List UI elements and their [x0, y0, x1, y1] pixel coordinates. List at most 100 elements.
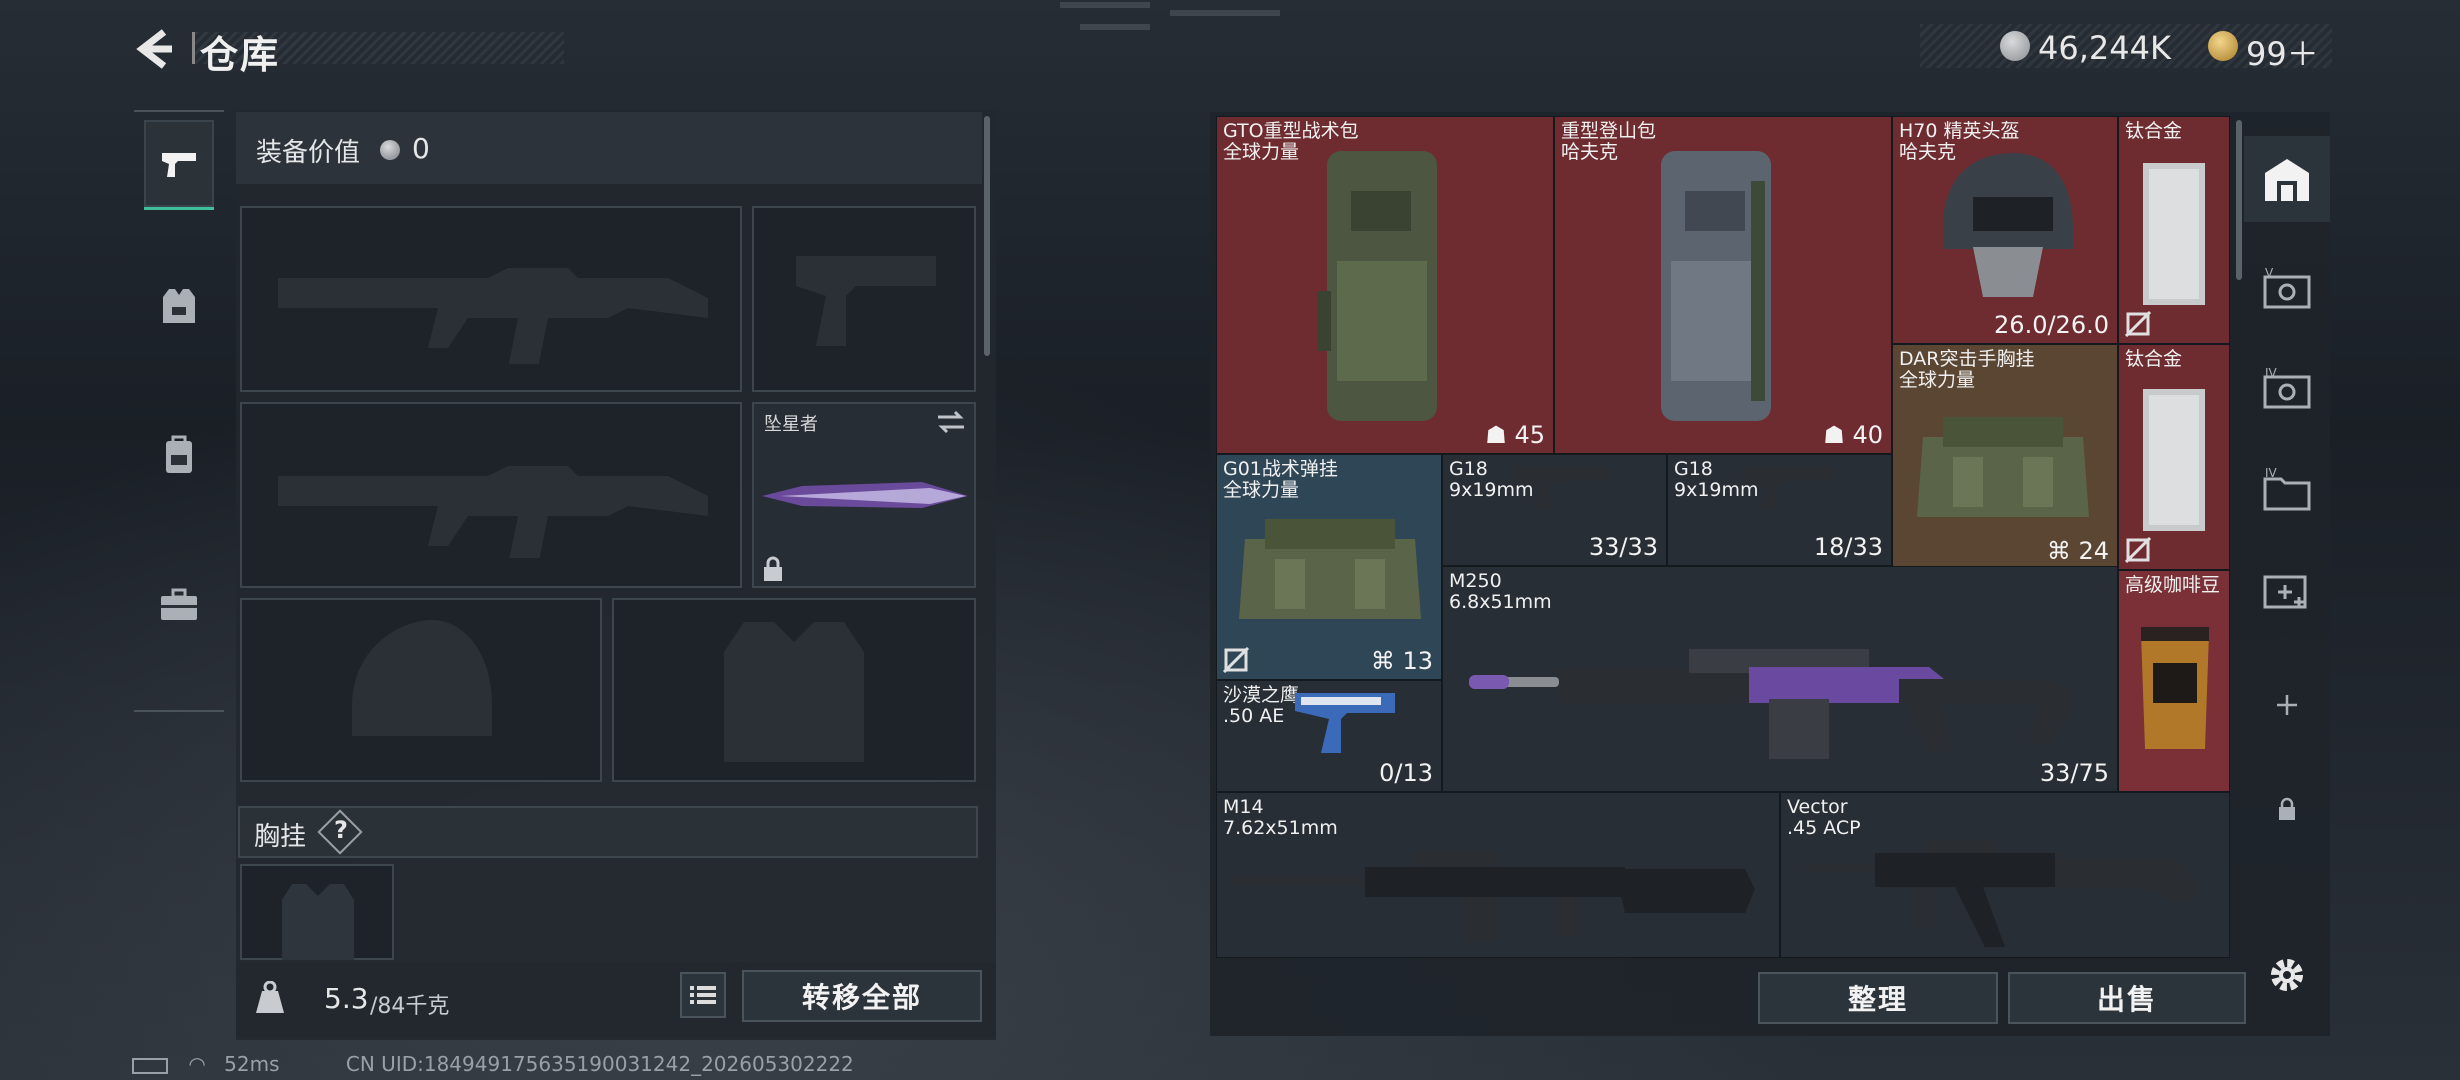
vest-icon — [163, 289, 195, 323]
item-titanium-2[interactable]: 钛合金 — [2118, 344, 2230, 570]
ammo-count: 33/33 — [1588, 533, 1658, 561]
melee-name: 坠星者 — [764, 414, 818, 435]
ammo-count: 0/13 — [1379, 759, 1433, 787]
rifle-silhouette-icon — [278, 268, 708, 364]
item-g18-2[interactable]: G18 9x19mm 18/33 — [1667, 454, 1892, 566]
weight-current: 5.3 — [324, 982, 369, 1015]
weight-bar: 5.3 /84千克 转移全部 — [236, 962, 996, 1038]
locked-tab[interactable] — [2244, 766, 2330, 852]
plus-icon — [2277, 695, 2297, 715]
svg-text:V: V — [2265, 267, 2274, 280]
ticket-balance: 99＋ — [2246, 35, 2319, 73]
slots-icon: ⌘ — [2046, 537, 2079, 565]
item-titanium-1[interactable]: 钛合金 — [2118, 116, 2230, 344]
list-view-button[interactable] — [680, 972, 726, 1018]
svg-text:IV: IV — [2265, 367, 2278, 380]
stash-scrollbar[interactable] — [2236, 120, 2242, 280]
item-name: 钛合金 — [2125, 348, 2183, 370]
tab-backpack[interactable] — [144, 410, 214, 500]
item-h70-helmet[interactable]: H70 精英头盔 哈夫克 26.0/26.0 — [1892, 116, 2118, 344]
item-gto-backpack[interactable]: GTO重型战术包 全球力量 ☗ 45 — [1216, 116, 1554, 454]
weight-max: /84千克 — [370, 994, 450, 1019]
tab-divider — [134, 110, 224, 112]
gear-icon — [2271, 959, 2303, 991]
pistol-slot[interactable] — [752, 206, 976, 392]
add-tab-button[interactable] — [2244, 662, 2330, 748]
medkit-icon — [2263, 575, 2307, 609]
equipment-value-bar: 装备价值 0 — [236, 112, 982, 184]
backpack-icon — [1317, 151, 1437, 421]
chest-rig-icon — [1239, 519, 1421, 619]
vest-silhouette-icon — [282, 884, 354, 960]
swap-icon[interactable] — [936, 410, 966, 434]
lock-icon — [2279, 797, 2295, 820]
item-name: G01战术弹挂 全球力量 — [1223, 458, 1338, 501]
primary-weapon-slot[interactable] — [240, 206, 742, 392]
helmet-silhouette-icon — [352, 620, 492, 736]
titanium-plate-icon — [2143, 389, 2205, 531]
item-heavy-backpack[interactable]: 重型登山包 哈夫克 ☗ 40 — [1554, 116, 1892, 454]
tab-stash-folder[interactable]: IV — [2244, 446, 2330, 532]
item-desert-eagle[interactable]: 沙漠之鹰 .50 AE 0/13 — [1216, 680, 1442, 792]
sell-button[interactable]: 出售 — [2008, 972, 2246, 1024]
currency-bar: 46,244K 99＋ — [1920, 24, 2332, 73]
rifle-icon — [1225, 851, 1755, 941]
machine-gun-icon — [1469, 649, 2069, 759]
rifle-silhouette-icon — [278, 466, 708, 558]
coin-icon — [2000, 31, 2030, 61]
chest-rig-label: 胸挂 — [254, 822, 307, 852]
pistol-icon — [1742, 467, 1834, 509]
slots-icon: ⌘ — [1370, 647, 1403, 675]
backpack-icon — [166, 435, 192, 473]
warehouse-icon — [2265, 159, 2309, 201]
item-name: 钛合金 — [2125, 120, 2183, 142]
capacity-icon: ☗ — [1485, 421, 1515, 449]
weight-icon — [250, 978, 290, 1018]
coin-balance: 46,244K — [2038, 29, 2171, 67]
lock-icon — [764, 556, 782, 581]
back-arrow-icon[interactable] — [132, 26, 178, 72]
sort-button[interactable]: 整理 — [1758, 972, 1998, 1024]
tab-stash-4[interactable]: IV — [2244, 346, 2330, 432]
item-count: ⌘ 24 — [2046, 537, 2109, 565]
coffee-bag-icon — [2141, 627, 2209, 749]
tab-weapons[interactable] — [144, 120, 214, 210]
item-name: 重型登山包 哈夫克 — [1561, 120, 1657, 163]
equipment-value: 0 — [412, 132, 430, 165]
item-m250[interactable]: M250 6.8x51mm 33/75 — [1442, 566, 2118, 792]
stash-tabs: V IV IV — [2244, 116, 2330, 1036]
item-name: DAR突击手胸挂 全球力量 — [1899, 348, 2035, 391]
tab-gear[interactable] — [144, 260, 214, 350]
item-dar-chest-rig[interactable]: DAR突击手胸挂 全球力量 ⌘ 24 — [1892, 344, 2118, 570]
tab-stash-5[interactable]: V — [2244, 246, 2330, 332]
helmet-icon — [1943, 153, 2073, 297]
safe-box-icon: V — [2263, 267, 2311, 309]
folder-icon: IV — [2263, 467, 2311, 511]
svg-text:IV: IV — [2265, 467, 2278, 480]
no-insure-icon — [1223, 647, 1249, 673]
safe-box-icon: IV — [2263, 367, 2311, 409]
tab-medical[interactable] — [2244, 546, 2330, 632]
armor-slot[interactable] — [612, 598, 976, 782]
item-vector[interactable]: Vector .45 ACP — [1780, 792, 2230, 958]
tab-all-stash[interactable] — [2244, 136, 2330, 222]
loadout-scrollbar[interactable] — [984, 116, 990, 356]
loadout-tabs — [134, 110, 224, 712]
secondary-weapon-slot[interactable] — [240, 402, 742, 588]
tab-toolbox[interactable] — [144, 560, 214, 650]
helmet-slot[interactable] — [240, 598, 602, 782]
item-count: ☗ 45 — [1485, 421, 1545, 449]
stash-grid: GTO重型战术包 全球力量 ☗ 45 重型登山包 哈夫克 ☗ 40 H70 精英头盔… — [1216, 116, 2230, 958]
melee-slot[interactable]: 坠星者 — [752, 402, 976, 588]
chest-rig-slot[interactable] — [240, 864, 394, 960]
transfer-all-button[interactable]: 转移全部 — [742, 970, 982, 1022]
durability: 26.0/26.0 — [1994, 311, 2109, 339]
chest-rig-icon — [1917, 417, 2089, 517]
settings-button[interactable] — [2244, 932, 2330, 1018]
item-g18-1[interactable]: G18 9x19mm 33/33 — [1442, 454, 1667, 566]
item-coffee-beans[interactable]: 高级咖啡豆 — [2118, 570, 2230, 792]
item-g01-chest-rig[interactable]: G01战术弹挂 全球力量 ⌘ 13 — [1216, 454, 1442, 680]
item-m14[interactable]: M14 7.62x51mm — [1216, 792, 1780, 958]
list-icon — [690, 986, 716, 1004]
ammo-count: 33/75 — [2039, 759, 2109, 787]
